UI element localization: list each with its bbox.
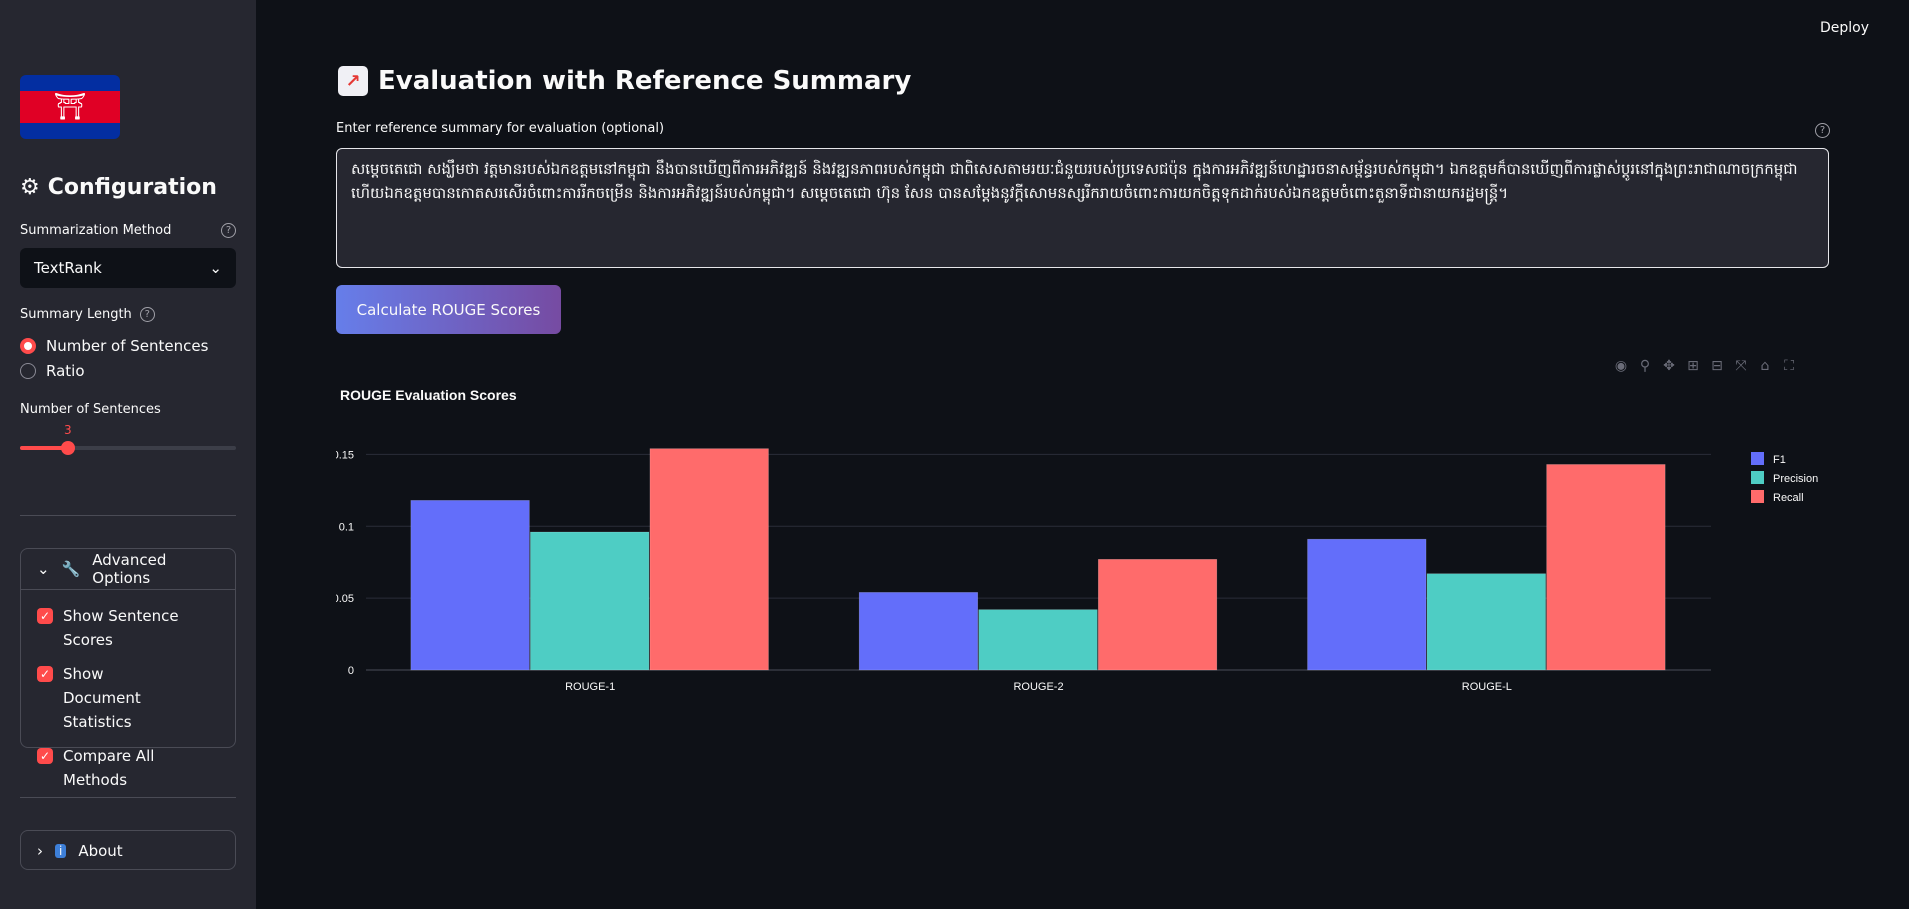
zoom-icon[interactable]: ⚲ xyxy=(1636,358,1654,374)
y-tick-label: 0.1 xyxy=(339,521,354,533)
wrench-icon: 🔧 xyxy=(61,560,81,578)
advanced-options-header[interactable]: ⌄ 🔧 Advanced Options xyxy=(21,549,235,589)
check-icon[interactable]: ✓ xyxy=(37,608,53,624)
y-tick-label: 0.15 xyxy=(336,449,354,461)
sentences-slider[interactable] xyxy=(20,441,236,455)
length-label-row: Summary Length ? xyxy=(20,307,155,322)
pan-icon[interactable]: ✥ xyxy=(1660,358,1678,374)
chevron-right-icon: › xyxy=(37,842,43,860)
bar-f1 xyxy=(1307,538,1427,671)
home-icon[interactable]: ⌂ xyxy=(1756,358,1774,374)
y-tick-label: 0 xyxy=(348,665,354,677)
radio-selected-icon[interactable] xyxy=(20,338,36,354)
calculate-rouge-button[interactable]: Calculate ROUGE Scores xyxy=(336,285,561,334)
bar-precision xyxy=(1426,573,1546,671)
legend-swatch xyxy=(1751,452,1764,465)
advanced-options-expander: ⌄ 🔧 Advanced Options ✓ Show Sentence Sco… xyxy=(20,548,236,789)
sidebar: ⛩ ⚙ Configuration Summarization Method ?… xyxy=(0,0,256,909)
rouge-bar-chart: ROUGE Evaluation Scores 0 0.05 0.1 0.15 ROUG… xyxy=(336,387,1818,693)
help-icon[interactable]: ? xyxy=(139,307,155,322)
bar-f1 xyxy=(410,500,530,671)
checkbox-compare-all-methods[interactable]: ✓ Compare All Methods xyxy=(21,744,235,792)
check-icon[interactable]: ✓ xyxy=(37,666,53,682)
camera-icon[interactable]: ◉ xyxy=(1612,358,1630,374)
fullscreen-icon[interactable]: ⛶ xyxy=(1780,358,1798,374)
bar-f1 xyxy=(858,592,979,671)
divider xyxy=(20,515,236,516)
slider-value: 3 xyxy=(64,423,72,437)
legend-swatch xyxy=(1751,490,1764,503)
divider xyxy=(20,797,236,798)
chart-increasing-icon: ↗ xyxy=(338,66,368,96)
legend-label: Recall xyxy=(1773,492,1804,504)
method-label: Summarization Method xyxy=(20,223,172,238)
legend-swatch xyxy=(1751,471,1764,484)
x-tick-label: ROUGE-2 xyxy=(1013,681,1063,693)
x-tick-label: ROUGE-1 xyxy=(565,681,615,693)
sidebar-title: ⚙ Configuration xyxy=(20,175,217,200)
method-select-value: TextRank xyxy=(34,259,102,277)
reference-label: Enter reference summary for evaluation (… xyxy=(336,121,665,136)
autoscale-icon[interactable]: ⤧ xyxy=(1732,358,1750,374)
gear-icon: ⚙ xyxy=(20,175,40,200)
slider-thumb[interactable] xyxy=(60,441,75,455)
legend-label: Precision xyxy=(1773,473,1818,485)
chevron-down-icon: ⌄ xyxy=(37,560,50,578)
radio-number-of-sentences[interactable]: Number of Sentences xyxy=(20,337,208,355)
legend-label: F1 xyxy=(1773,454,1786,466)
method-label-row: Summarization Method ? xyxy=(20,223,236,238)
check-icon[interactable]: ✓ xyxy=(37,748,53,764)
zoom-out-icon[interactable]: ⊟ xyxy=(1708,358,1726,374)
radio-unselected-icon[interactable] xyxy=(20,363,36,379)
bar-recall xyxy=(649,448,769,671)
bar-recall xyxy=(1097,559,1218,671)
x-tick-label: ROUGE-L xyxy=(1462,681,1512,693)
chart-title: ROUGE Evaluation Scores xyxy=(340,387,517,403)
bar-precision xyxy=(530,531,650,671)
length-label: Summary Length xyxy=(20,307,132,322)
cambodia-flag-image: ⛩ xyxy=(20,75,120,139)
y-tick-label: 0.05 xyxy=(336,593,354,605)
zoom-in-icon[interactable]: ⊞ xyxy=(1684,358,1702,374)
chevron-down-icon: ⌄ xyxy=(209,259,222,277)
chart-modebar: ◉ ⚲ ✥ ⊞ ⊟ ⤧ ⌂ ⛶ xyxy=(1612,358,1798,374)
checkbox-show-sentence-scores[interactable]: ✓ Show Sentence Scores xyxy=(21,604,235,652)
bar-recall xyxy=(1546,464,1666,671)
deploy-button[interactable]: Deploy xyxy=(1820,20,1869,36)
help-icon[interactable]: ? xyxy=(1815,123,1830,138)
page-title: ↗ Evaluation with Reference Summary xyxy=(338,66,911,96)
bar-precision xyxy=(978,609,1098,671)
sentences-label: Number of Sentences xyxy=(20,402,161,417)
about-expander[interactable]: › i About xyxy=(20,830,236,870)
checkbox-show-document-statistics[interactable]: ✓ Show Document Statistics xyxy=(21,662,235,734)
reference-textarea[interactable]: សម្ដេចតេជោ សង្ឃឹមថា វត្តមានរបស់ឯកឧត្តមនៅ… xyxy=(336,148,1829,268)
radio-ratio[interactable]: Ratio xyxy=(20,362,85,380)
help-icon[interactable]: ? xyxy=(221,223,236,238)
info-icon: i xyxy=(55,844,67,858)
method-select[interactable]: TextRank ⌄ xyxy=(20,248,236,288)
about-header[interactable]: › i About xyxy=(21,831,235,871)
